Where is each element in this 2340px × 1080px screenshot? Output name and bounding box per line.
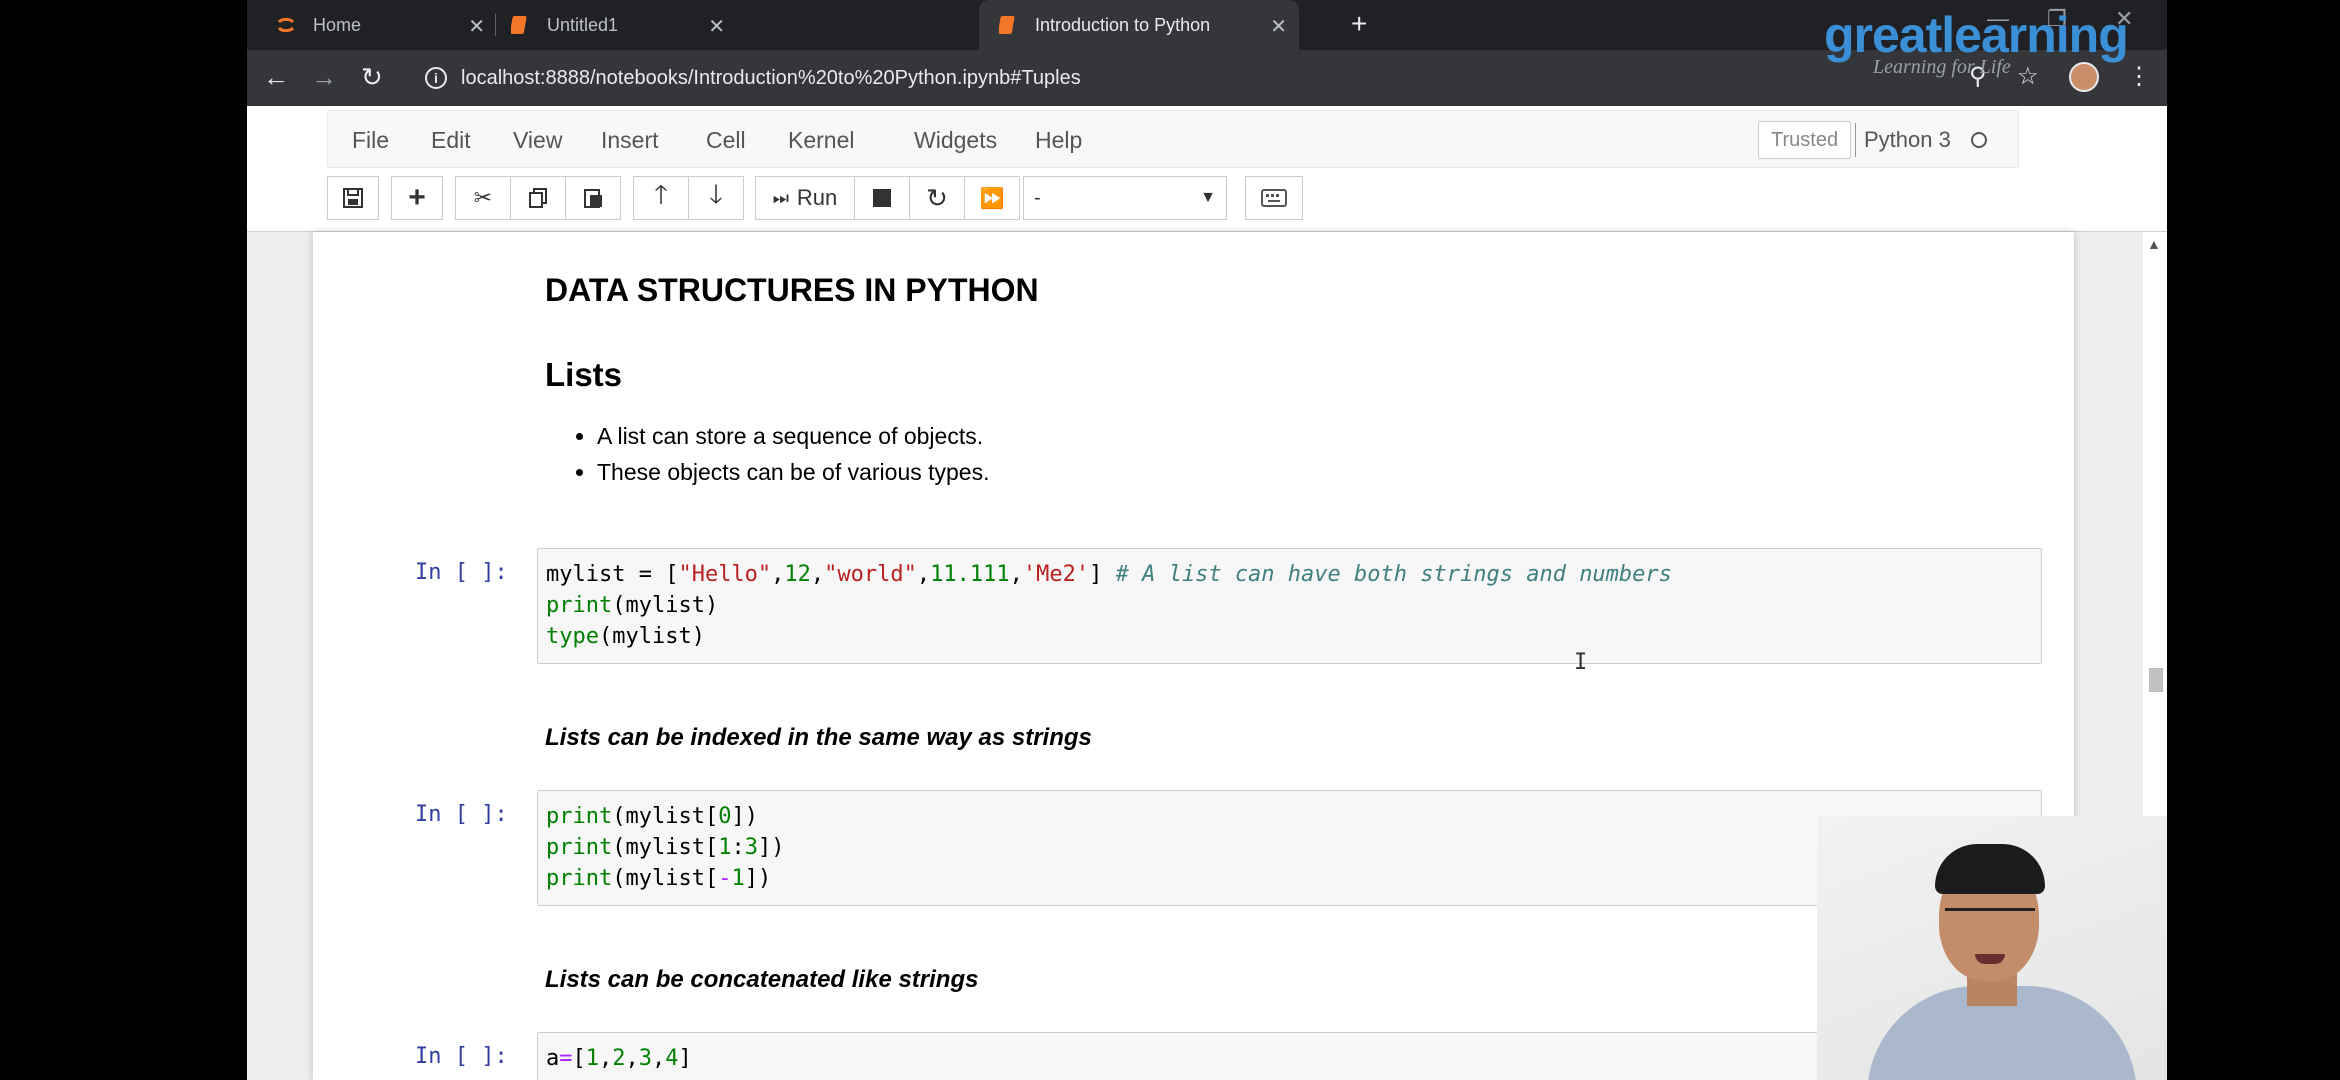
jupyter-logo-icon xyxy=(275,14,297,36)
site-info-icon[interactable]: i xyxy=(425,67,447,89)
paste-icon xyxy=(584,189,602,208)
new-tab-icon[interactable]: + xyxy=(1351,8,1367,40)
run-button[interactable]: ⏭ Run xyxy=(755,176,855,220)
greatlearning-logo: greatlearning xyxy=(1824,7,2129,63)
close-tab-icon[interactable]: ✕ xyxy=(468,14,485,39)
menu-file[interactable]: File xyxy=(352,127,389,154)
trusted-badge[interactable]: Trusted xyxy=(1758,121,1852,159)
interrupt-button[interactable] xyxy=(854,176,910,220)
jupyter-header: File Edit View Insert Cell Kernel Widget… xyxy=(247,106,2167,232)
menu-edit[interactable]: Edit xyxy=(431,127,471,154)
screen-frame: Home ✕ Untitled1 ✕ Introduction to Pytho… xyxy=(247,0,2167,1080)
presenter-video xyxy=(1817,816,2167,1080)
kernel-idle-indicator xyxy=(1971,132,1987,148)
lists-heading: Lists xyxy=(545,356,623,393)
code-line: a=[1,2,3,4] xyxy=(546,1046,692,1071)
copy-icon xyxy=(529,188,547,208)
plus-icon: + xyxy=(408,181,426,214)
kernel-name[interactable]: Python 3 xyxy=(1855,123,1951,157)
avatar[interactable] xyxy=(2069,62,2099,92)
tab-label: Introduction to Python xyxy=(1035,14,1211,35)
arrow-up-icon: 🡑 xyxy=(654,179,668,209)
cell-type-select[interactable]: - ▼ xyxy=(1023,176,1227,220)
code-cell-1[interactable]: mylist = ["Hello",12,"world",11.111,'Me2… xyxy=(537,548,2042,664)
forward-icon[interactable]: → xyxy=(311,62,337,93)
cell-prompt: In [ ]: xyxy=(415,1044,508,1069)
lists-bullets: A list can store a sequence of objects. … xyxy=(545,418,990,490)
keyboard-icon xyxy=(1261,189,1287,207)
tab-untitled1[interactable]: Untitled1 ✕ xyxy=(497,0,737,50)
greatlearning-tagline: Learning for Life xyxy=(1873,56,2011,78)
notebook-title: DATA STRUCTURES IN PYTHON xyxy=(545,272,1039,308)
tab-introduction-to-python[interactable]: Introduction to Python ✕ xyxy=(979,0,1299,50)
cell-prompt: In [ ]: xyxy=(415,560,508,585)
copy-button[interactable] xyxy=(510,176,566,220)
cut-button[interactable]: ✂ xyxy=(455,176,511,220)
save-button[interactable] xyxy=(327,176,379,220)
url-text: localhost:8888/notebooks/Introduction%20… xyxy=(461,66,1081,89)
insert-cell-button[interactable]: + xyxy=(391,176,443,220)
save-icon xyxy=(343,188,363,208)
menu-widgets[interactable]: Widgets xyxy=(914,127,997,154)
list-item: These objects can be of various types. xyxy=(597,454,990,490)
text-cursor-icon: I xyxy=(1574,650,1588,675)
code-line: print(mylist) xyxy=(546,593,719,618)
address-bar[interactable]: i localhost:8888/notebooks/Introduction%… xyxy=(415,58,1675,98)
code-line: mylist = ["Hello",12,"world",11.111,'Me2… xyxy=(546,562,1672,587)
reload-icon[interactable]: ↻ xyxy=(361,62,383,93)
markdown-indexed-note: Lists can be indexed in the same way as … xyxy=(545,724,1092,751)
move-down-button[interactable]: 🡓 xyxy=(688,176,744,220)
arrow-down-icon: 🡓 xyxy=(709,179,723,209)
close-tab-icon[interactable]: ✕ xyxy=(1270,14,1287,39)
menu-help[interactable]: Help xyxy=(1035,127,1082,154)
menubar: File Edit View Insert Cell Kernel Widget… xyxy=(327,110,2019,168)
tab-divider xyxy=(495,14,496,36)
close-tab-icon[interactable]: ✕ xyxy=(708,14,725,39)
menu-view[interactable]: View xyxy=(513,127,562,154)
menu-insert[interactable]: Insert xyxy=(601,127,659,154)
tab-label: Untitled1 xyxy=(547,14,619,35)
notebook-icon xyxy=(509,14,531,36)
run-label: Run xyxy=(796,185,838,210)
code-line: print(mylist[-1]) xyxy=(546,866,772,891)
presenter-hair xyxy=(1935,844,2045,894)
code-line: print(mylist[1:3]) xyxy=(546,835,785,860)
tab-home[interactable]: Home ✕ xyxy=(247,0,497,50)
command-palette-button[interactable] xyxy=(1245,176,1303,220)
restart-run-all-button[interactable]: ⏩ xyxy=(964,176,1020,220)
scroll-up-arrow-icon[interactable]: ▲ xyxy=(2147,236,2161,252)
stop-icon xyxy=(873,189,891,207)
scissors-icon: ✂ xyxy=(473,185,493,210)
dropdown-caret-icon: ▼ xyxy=(1200,189,1216,206)
code-line: print(mylist[0]) xyxy=(546,804,758,829)
menu-kernel[interactable]: Kernel xyxy=(788,127,854,154)
notebook-container: DATA STRUCTURES IN PYTHON Lists A list c… xyxy=(313,232,2074,1080)
restart-icon: ↻ xyxy=(926,182,948,213)
cell-type-value: - xyxy=(1034,186,1041,209)
menu-cell[interactable]: Cell xyxy=(706,127,746,154)
browser-menu-icon[interactable]: ⋮ xyxy=(2127,62,2151,91)
restart-button[interactable]: ↻ xyxy=(909,176,965,220)
markdown-concat-note: Lists can be concatenated like strings xyxy=(545,966,979,993)
tab-label: Home xyxy=(313,14,362,35)
cell-prompt: In [ ]: xyxy=(415,802,508,827)
fast-forward-icon: ⏩ xyxy=(979,187,1005,210)
code-line: type(mylist) xyxy=(546,624,705,649)
presenter-glasses xyxy=(1945,908,2035,929)
back-icon[interactable]: ← xyxy=(263,62,289,93)
move-up-button[interactable]: 🡑 xyxy=(633,176,689,220)
notebook-icon xyxy=(997,14,1019,36)
bookmark-star-icon[interactable]: ☆ xyxy=(2017,62,2039,91)
list-item: A list can store a sequence of objects. xyxy=(597,418,990,454)
step-forward-icon: ⏭ xyxy=(772,187,789,208)
scrollbar-thumb[interactable] xyxy=(2149,668,2163,692)
paste-button[interactable] xyxy=(565,176,621,220)
